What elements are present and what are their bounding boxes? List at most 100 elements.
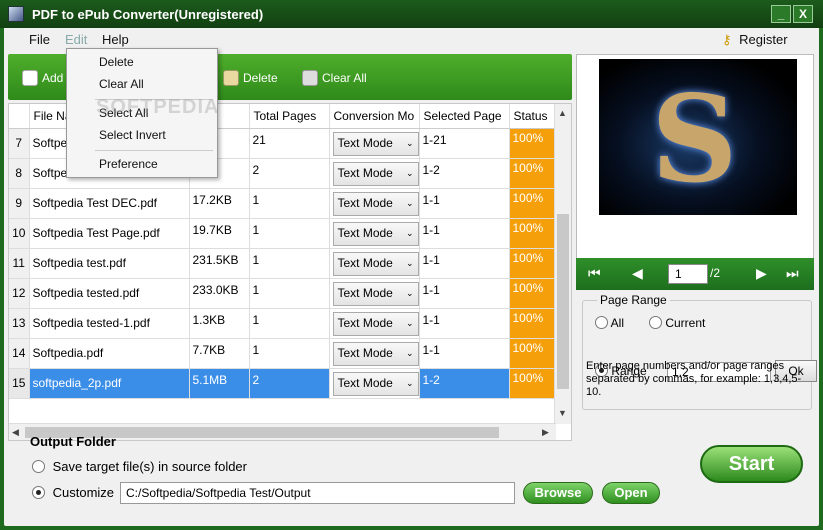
scroll-up-icon[interactable]: ▲: [558, 108, 567, 118]
total-pages: 1: [249, 278, 330, 309]
row-index: 15: [9, 368, 30, 399]
mode-cell: Text Mode ⌄: [329, 338, 420, 369]
status-cell: 100%: [509, 128, 555, 159]
customize-option[interactable]: Customize: [32, 485, 114, 500]
total-pages: 2: [249, 158, 330, 189]
status-cell: 100%: [509, 368, 555, 399]
total-pages: 1: [249, 218, 330, 249]
scroll-right-icon[interactable]: ▶: [542, 427, 549, 438]
conversion-mode-select[interactable]: Text Mode ⌄: [332, 341, 418, 366]
clear-all-button[interactable]: Clear All: [302, 70, 367, 86]
mode-value: Text Mode: [337, 225, 393, 240]
menu-select-invert[interactable]: Select Invert: [99, 128, 166, 142]
output-folder-title: Output Folder: [30, 434, 116, 449]
table-row[interactable]: 11 Softpedia test.pdf 231.5KB 1 Text Mod…: [9, 248, 555, 279]
preview-s-graphic: S: [651, 69, 738, 210]
menu-edit[interactable]: Edit: [65, 32, 87, 47]
conversion-mode-select[interactable]: Text Mode ⌄: [332, 161, 418, 186]
menu-clear-all[interactable]: Clear All: [99, 77, 144, 91]
selected-page: 1-1: [419, 278, 510, 309]
table-row[interactable]: 13 Softpedia tested-1.pdf 1.3KB 1 Text M…: [9, 308, 555, 339]
radio-save-source[interactable]: [32, 460, 45, 473]
open-button[interactable]: Open: [602, 482, 660, 504]
file-name: Softpedia tested-1.pdf: [29, 308, 190, 339]
vertical-scroll-thumb[interactable]: [557, 214, 569, 389]
row-index: 10: [9, 218, 30, 249]
radio-customize[interactable]: [32, 486, 45, 499]
save-source-option[interactable]: Save target file(s) in source folder: [32, 459, 247, 474]
status-cell: 100%: [509, 188, 555, 219]
menu-preference[interactable]: Preference: [99, 157, 158, 171]
mode-value: Text Mode: [337, 285, 393, 300]
table-row[interactable]: 14 Softpedia.pdf 7.7KB 1 Text Mode ⌄ 1-1 …: [9, 338, 555, 369]
col-status[interactable]: Status: [509, 104, 555, 129]
page-number-input[interactable]: 1: [668, 264, 708, 284]
file-name: Softpedia Test DEC.pdf: [29, 188, 190, 219]
table-row-selected[interactable]: 15 softpedia_2p.pdf 5.1MB 2 Text Mode ⌄ 1…: [9, 368, 555, 399]
row-index: 9: [9, 188, 30, 219]
radio-all[interactable]: [595, 316, 608, 329]
conversion-mode-select[interactable]: Text Mode ⌄: [332, 371, 418, 396]
clear-all-icon: [302, 70, 318, 86]
next-page-icon[interactable]: ▶: [756, 265, 767, 282]
conversion-mode-select[interactable]: Text Mode ⌄: [332, 281, 418, 306]
table-row[interactable]: 12 Softpedia tested.pdf 233.0KB 1 Text M…: [9, 278, 555, 309]
chevron-down-icon: ⌄: [405, 197, 414, 208]
conversion-mode-select[interactable]: Text Mode ⌄: [332, 191, 418, 216]
col-total-pages[interactable]: Total Pages: [249, 104, 330, 129]
scroll-left-icon[interactable]: ◀: [12, 427, 19, 438]
app-icon: [8, 6, 24, 22]
save-source-label: Save target file(s) in source folder: [52, 459, 247, 474]
file-name: Softpedia tested.pdf: [29, 278, 190, 309]
radio-current[interactable]: [649, 316, 662, 329]
status-cell: 100%: [509, 158, 555, 189]
menu-help[interactable]: Help: [102, 32, 129, 47]
conversion-mode-select[interactable]: Text Mode ⌄: [332, 221, 418, 246]
delete-button[interactable]: Delete: [223, 70, 278, 86]
file-name: Softpedia.pdf: [29, 338, 190, 369]
output-path-input[interactable]: C:/Softpedia/Softpedia Test/Output: [120, 482, 515, 504]
start-button[interactable]: Start: [700, 445, 803, 483]
selected-page: 1-1: [419, 338, 510, 369]
last-page-icon[interactable]: ⏭: [786, 265, 799, 282]
vertical-scrollbar[interactable]: ▲ ▼: [554, 104, 571, 424]
col-conversion-mode[interactable]: Conversion Mo: [329, 104, 420, 129]
softpedia-watermark: SOFTPEDIA: [96, 96, 220, 118]
first-page-icon[interactable]: ⏮: [588, 265, 601, 282]
chevron-down-icon: ⌄: [405, 227, 414, 238]
minimize-button[interactable]: _: [771, 5, 791, 23]
total-pages: 21: [249, 128, 330, 159]
prev-page-icon[interactable]: ◀: [632, 265, 643, 282]
status-cell: 100%: [509, 338, 555, 369]
table-row[interactable]: 9 Softpedia Test DEC.pdf 17.2KB 1 Text M…: [9, 188, 555, 219]
all-label: All: [610, 316, 625, 330]
selected-page: 1-1: [419, 308, 510, 339]
file-size: 7.7KB: [189, 338, 250, 369]
chevron-down-icon: ⌄: [405, 377, 414, 388]
row-index: 13: [9, 308, 30, 339]
chevron-down-icon: ⌄: [405, 317, 414, 328]
col-selected-page[interactable]: Selected Page: [419, 104, 510, 129]
file-size: 1.3KB: [189, 308, 250, 339]
add-button[interactable]: Add: [22, 70, 63, 86]
conversion-mode-select[interactable]: Text Mode ⌄: [332, 131, 418, 156]
register-link[interactable]: ⚷ Register: [722, 32, 788, 48]
mode-value: Text Mode: [337, 375, 393, 390]
conversion-mode-select[interactable]: Text Mode ⌄: [332, 251, 418, 276]
current-label: Current: [665, 316, 706, 330]
scroll-down-icon[interactable]: ▼: [558, 408, 567, 418]
browse-button[interactable]: Browse: [523, 482, 593, 504]
conversion-mode-select[interactable]: Text Mode ⌄: [332, 311, 418, 336]
range-all-option[interactable]: All: [595, 316, 624, 330]
close-button[interactable]: X: [793, 5, 813, 23]
selected-page: 1-2: [419, 158, 510, 189]
page-range-hint: Enter page numbers and/or page ranges se…: [586, 360, 802, 398]
col-index: [9, 104, 30, 129]
range-current-option[interactable]: Current: [649, 316, 705, 330]
add-label: Add: [42, 71, 64, 85]
mode-cell: Text Mode ⌄: [329, 368, 420, 399]
table-row[interactable]: 10 Softpedia Test Page.pdf 19.7KB 1 Text…: [9, 218, 555, 249]
menu-delete[interactable]: Delete: [99, 55, 134, 69]
mode-cell: Text Mode ⌄: [329, 248, 420, 279]
menu-file[interactable]: File: [29, 32, 50, 47]
